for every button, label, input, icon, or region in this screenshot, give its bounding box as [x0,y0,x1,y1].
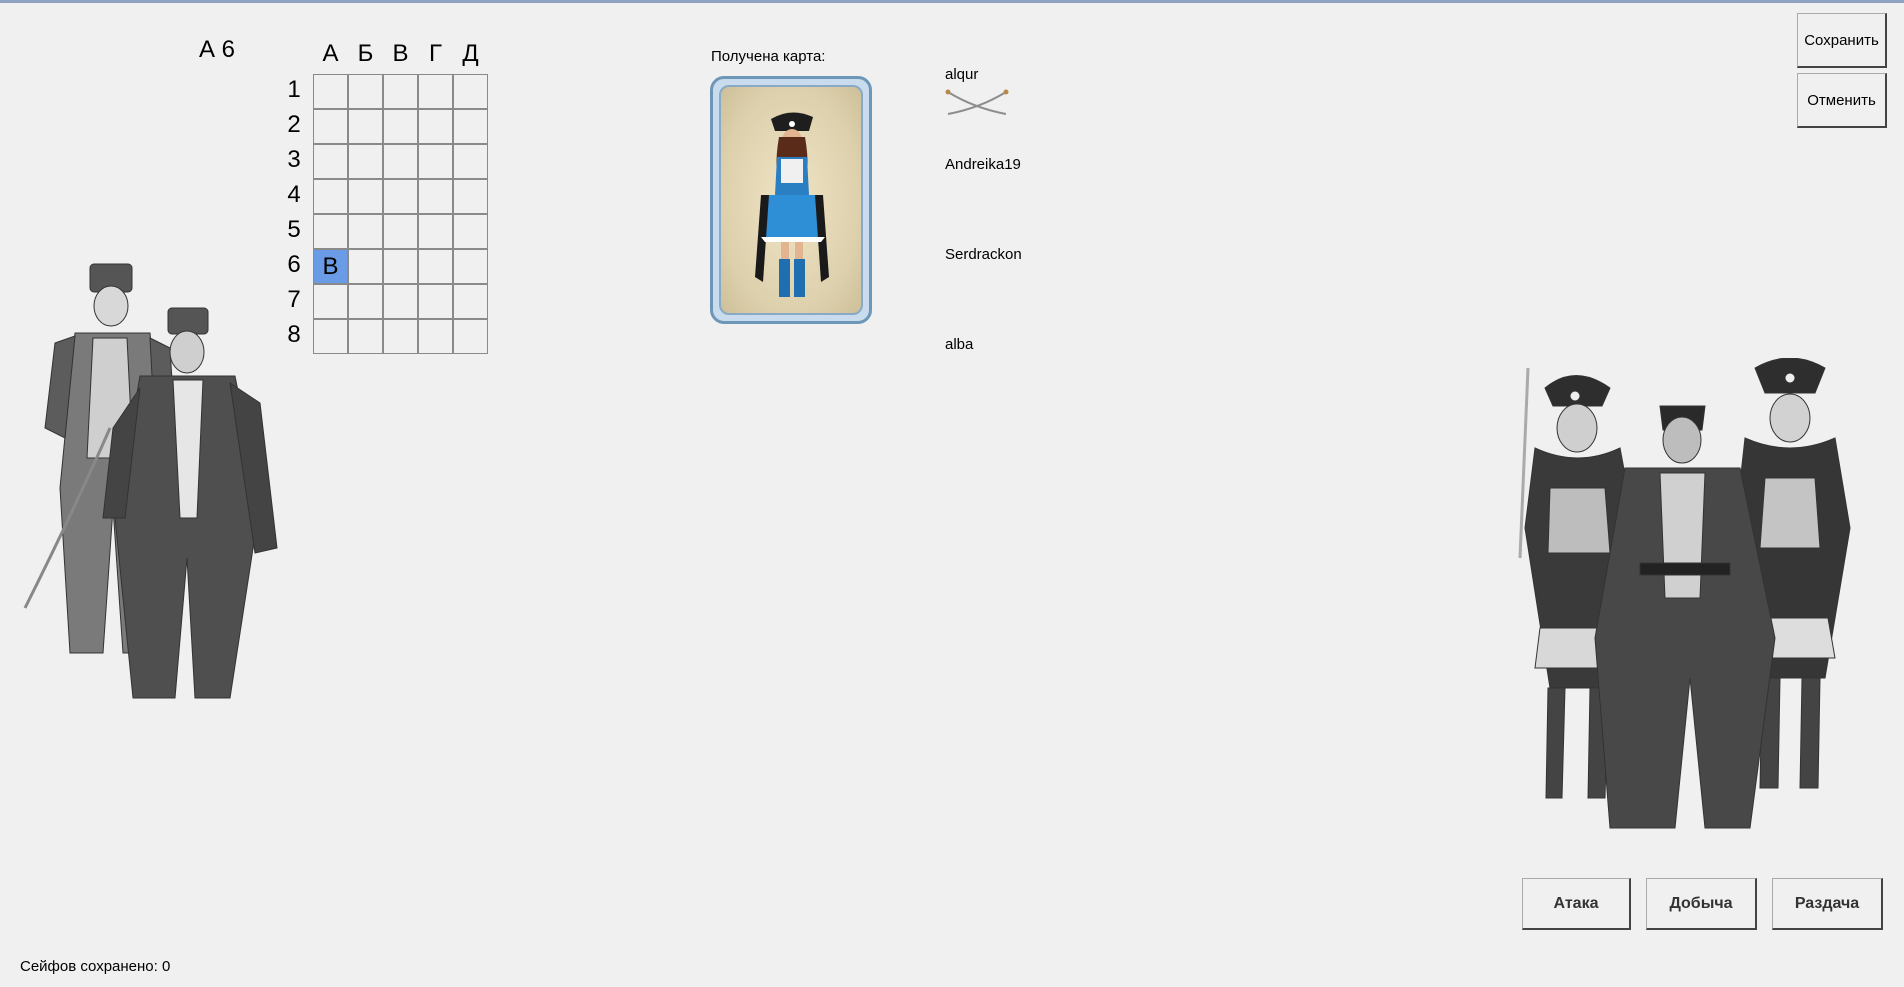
grid-cell[interactable] [453,284,488,319]
grid-cell[interactable] [453,144,488,179]
pirate-woman-icon [755,112,829,297]
window-top-border [0,0,1904,3]
grid-cell[interactable] [313,74,348,109]
grid-cell[interactable] [348,109,383,144]
grid-cell[interactable] [418,74,453,109]
grid-cell[interactable] [313,319,348,354]
row-header: 7 [287,286,301,313]
player-name: alba [945,336,974,353]
grid-cell[interactable] [453,249,488,284]
crossed-sabers-icon [945,89,1009,115]
grid-cell[interactable] [453,109,488,144]
grid-cell[interactable] [418,284,453,319]
grid-cell[interactable] [453,319,488,354]
row-header: 4 [287,181,301,208]
grid-cell[interactable] [453,74,488,109]
grid-cell[interactable] [383,109,418,144]
row-header: 3 [287,146,301,173]
player-name: Serdrackon [945,246,1022,263]
grid-cell[interactable] [383,249,418,284]
grid-cell[interactable] [313,179,348,214]
grid-cell[interactable] [383,284,418,319]
grid-cell[interactable] [453,214,488,249]
grid-cell[interactable] [418,109,453,144]
save-button[interactable]: Сохранить [1797,13,1887,68]
pirates-illustration [1518,358,1851,829]
grid-cell[interactable] [418,214,453,249]
grid-cell[interactable] [348,214,383,249]
column-header: Д [462,40,479,67]
grid-cell[interactable] [418,319,453,354]
grid-cell[interactable] [313,284,348,319]
grid-cell[interactable] [383,214,418,249]
row-header: 8 [287,321,301,348]
deal-button[interactable]: Раздача [1772,878,1883,930]
row-header: 5 [287,216,301,243]
grid-cell[interactable] [418,179,453,214]
grid-cell[interactable] [348,144,383,179]
grid-cell-selected[interactable]: В [313,249,348,284]
row-header: 6 [287,251,301,278]
grid-cell[interactable] [383,179,418,214]
grid-cell[interactable] [418,249,453,284]
attack-button[interactable]: Атака [1522,878,1631,930]
grid-cell[interactable] [348,249,383,284]
grid-cell[interactable] [348,284,383,319]
selected-coordinate: А 6 [199,36,236,63]
column-header: А [322,40,339,67]
column-header: Б [357,40,374,67]
player-name: alqur [945,66,979,83]
row-header: 2 [287,111,301,138]
status-bar-text: Сейфов сохранено: 0 [20,958,171,975]
row-header: 1 [287,76,301,103]
grid-cell[interactable] [348,319,383,354]
officers-illustration [23,263,278,699]
grid-cell[interactable] [383,144,418,179]
grid-cell[interactable] [348,179,383,214]
cancel-button[interactable]: Отменить [1797,73,1887,128]
column-header: В [392,40,409,67]
column-header: Г [429,40,442,67]
player-name: Andreika19 [945,156,1021,173]
grid-cell[interactable] [418,144,453,179]
grid-cell[interactable] [383,319,418,354]
grid-cell[interactable] [453,179,488,214]
card-face [719,85,863,315]
grid-cell[interactable] [313,109,348,144]
grid-cell[interactable] [313,214,348,249]
grid-cell[interactable] [383,74,418,109]
loot-button[interactable]: Добыча [1646,878,1757,930]
grid-cell[interactable] [313,144,348,179]
grid-cell[interactable] [348,74,383,109]
received-card-label: Получена карта: [711,48,826,65]
received-card[interactable] [710,76,872,324]
